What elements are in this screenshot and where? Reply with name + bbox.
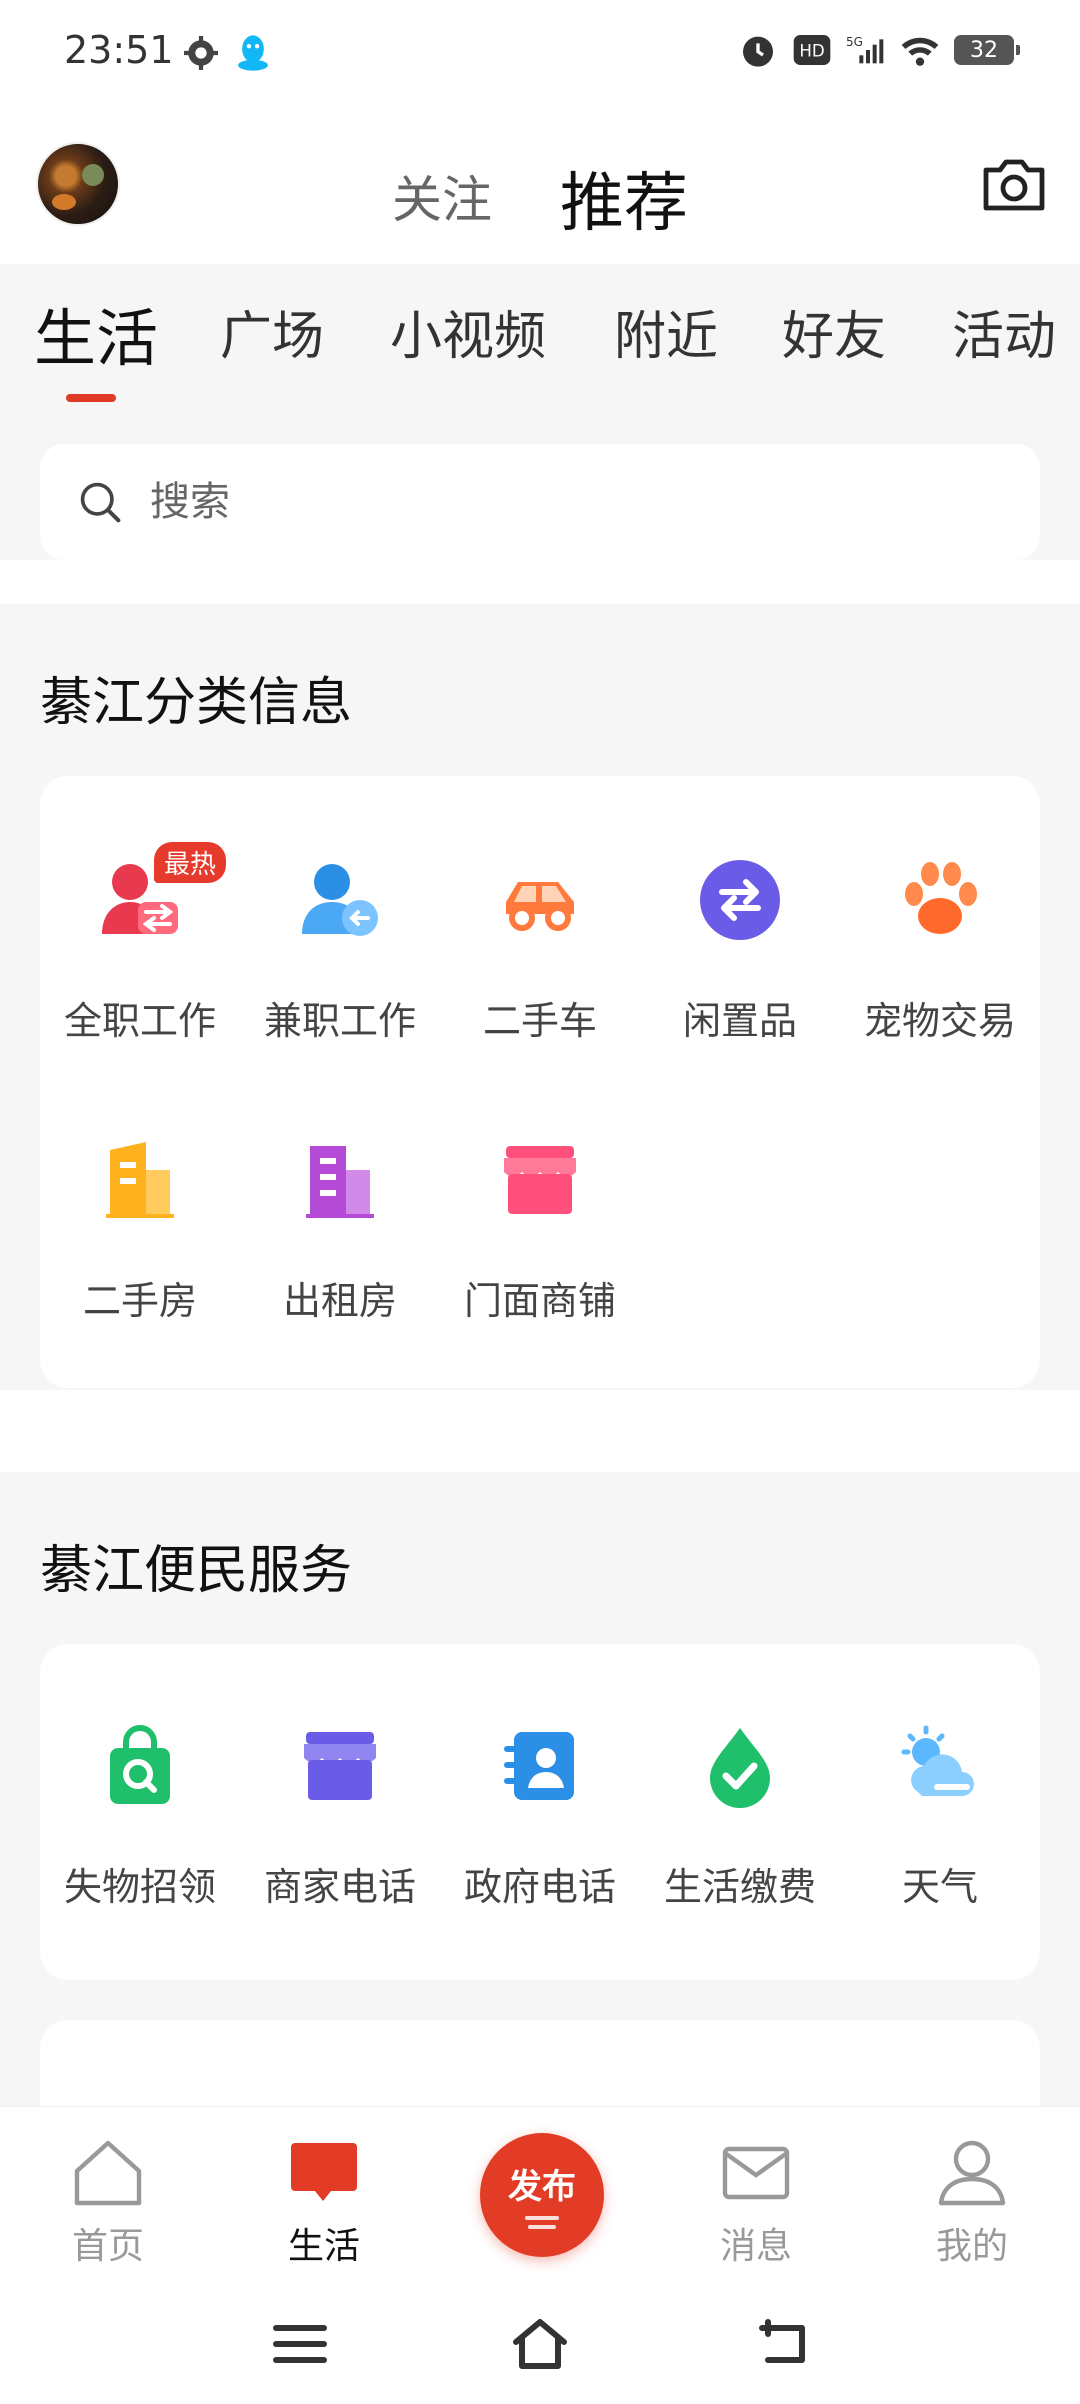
grid-item-lost-found[interactable]: 失物招领 <box>40 1724 240 1911</box>
nav-home-label: 首页 <box>71 2226 144 2267</box>
grid-item-used-house[interactable]: 二手房 <box>40 1138 240 1325</box>
search-icon <box>80 482 121 523</box>
search-bar[interactable] <box>40 444 1040 560</box>
person-arrow-icon <box>302 864 378 936</box>
grid-item-label: 全职工作 <box>63 999 216 1043</box>
nav-mine-label: 我的 <box>935 2226 1008 2267</box>
nav-home[interactable]: 首页 <box>38 2137 178 2269</box>
envelope-icon <box>722 2146 790 2200</box>
publish-line-icon <box>525 2216 559 2220</box>
gear-icon <box>184 36 218 70</box>
active-tab-indicator <box>66 394 116 402</box>
grid-item-label: 天气 <box>901 1865 978 1909</box>
tab-nearby[interactable]: 附近 <box>614 294 718 369</box>
wifi-icon <box>901 37 939 66</box>
status-bar: 23:51 HD 5G 32 <box>0 0 1080 108</box>
publish-button[interactable]: 发布 <box>480 2133 604 2257</box>
menu-icon[interactable] <box>270 2316 330 2372</box>
hd-icon: HD <box>793 35 831 65</box>
tab-recommend[interactable]: 推荐 <box>560 152 688 244</box>
category-tabs: 生活 广场 小视频 附近 好友 活动 <box>0 264 1080 444</box>
chat-bubble-icon <box>291 2143 357 2201</box>
grid-item-rental-house[interactable]: 出租房 <box>240 1138 440 1325</box>
svg-text:5G: 5G <box>846 35 863 49</box>
publish-label: 发布 <box>508 2167 576 2207</box>
nav-mine[interactable]: 我的 <box>902 2137 1042 2269</box>
back-icon[interactable] <box>752 2316 812 2372</box>
hot-badge: 最热 <box>154 842 227 883</box>
shop-icon <box>504 1146 576 1214</box>
section-title-classified: 綦江分类信息 <box>40 673 353 733</box>
nav-life-label: 生活 <box>287 2226 360 2267</box>
swap-icon <box>700 860 780 940</box>
grid-item-weather[interactable]: 天气 <box>840 1724 1040 1911</box>
grid-item-label: 兼职工作 <box>263 999 416 1043</box>
section-title-services: 綦江便民服务 <box>40 1541 353 1601</box>
grid-item-label: 失物招领 <box>63 1865 216 1909</box>
tab-square[interactable]: 广场 <box>220 294 324 369</box>
grid-item-government-phone[interactable]: 政府电话 <box>440 1724 640 1911</box>
contact-card-icon <box>504 1732 574 1800</box>
grid-item-label: 宠物交易 <box>863 999 1016 1043</box>
grid-item-pet-trade[interactable]: 宠物交易 <box>840 858 1040 1045</box>
signal-5g-icon: 5G <box>846 35 884 64</box>
user-icon <box>938 2140 1006 2206</box>
alarm-icon <box>743 36 773 67</box>
grid-item-fulltime-job[interactable]: 最热 全职工作 <box>40 842 240 1045</box>
avatar[interactable] <box>36 142 120 226</box>
paw-icon <box>905 862 977 934</box>
grid-item-label: 二手房 <box>82 1279 197 1323</box>
system-nav-bar <box>0 2286 1080 2404</box>
tab-activities[interactable]: 活动 <box>952 294 1056 369</box>
car-icon <box>506 882 574 931</box>
weather-icon <box>901 1725 974 1796</box>
grid-item-label: 二手车 <box>482 999 597 1043</box>
camera-icon[interactable] <box>980 154 1048 214</box>
qq-icon <box>238 35 268 71</box>
bottom-nav: 首页 生活 发布 消息 我的 <box>0 2106 1080 2286</box>
classified-card: 最热 全职工作 兼职工作 二手车 闲置品 宠物交易 二手房 出租房 门面商铺 <box>40 776 1040 1388</box>
tab-follow[interactable]: 关注 <box>392 160 492 232</box>
grid-item-label: 闲置品 <box>682 999 797 1043</box>
grid-item-utility-payment[interactable]: 生活缴费 <box>640 1724 840 1911</box>
grid-item-label: 生活缴费 <box>663 1865 816 1909</box>
rental-building-icon <box>306 1146 374 1218</box>
grid-item-used-car[interactable]: 二手车 <box>440 858 640 1045</box>
tab-life[interactable]: 生活 <box>34 288 158 378</box>
services-card: 失物招领 商家电话 政府电话 生活缴费 天气 <box>40 1644 1040 1980</box>
building-icon <box>106 1142 174 1218</box>
water-drop-check-icon <box>710 1728 770 1808</box>
nav-messages-label: 消息 <box>719 2226 792 2267</box>
grid-item-label: 出租房 <box>282 1279 397 1323</box>
grid-item-shop-front[interactable]: 门面商铺 <box>440 1138 640 1325</box>
grid-item-label: 门面商铺 <box>463 1279 616 1323</box>
top-header: 关注 推荐 <box>0 108 1080 264</box>
home-icon[interactable] <box>510 2316 570 2372</box>
nav-messages[interactable]: 消息 <box>686 2137 826 2269</box>
store-icon <box>304 1732 376 1800</box>
publish-line-icon <box>528 2225 556 2229</box>
grid-item-parttime-job[interactable]: 兼职工作 <box>240 858 440 1045</box>
grid-item-merchant-phone[interactable]: 商家电话 <box>240 1724 440 1911</box>
grid-item-label: 政府电话 <box>463 1865 616 1909</box>
home-icon <box>74 2140 142 2206</box>
svg-text:HD: HD <box>799 42 824 61</box>
divider <box>0 560 1080 604</box>
divider <box>0 1390 1080 1472</box>
lost-found-bag-icon <box>110 1725 170 1804</box>
grid-item-label: 商家电话 <box>263 1865 416 1909</box>
status-icons: HD 5G 32 <box>738 30 1020 70</box>
search-input[interactable] <box>150 472 950 532</box>
tab-short-video[interactable]: 小视频 <box>390 294 546 369</box>
status-time: 23:51 <box>64 28 174 72</box>
tab-friends[interactable]: 好友 <box>782 294 886 369</box>
nav-life[interactable]: 生活 <box>254 2137 394 2269</box>
battery-indicator: 32 <box>954 35 1020 65</box>
grid-item-idle-goods[interactable]: 闲置品 <box>640 858 840 1045</box>
